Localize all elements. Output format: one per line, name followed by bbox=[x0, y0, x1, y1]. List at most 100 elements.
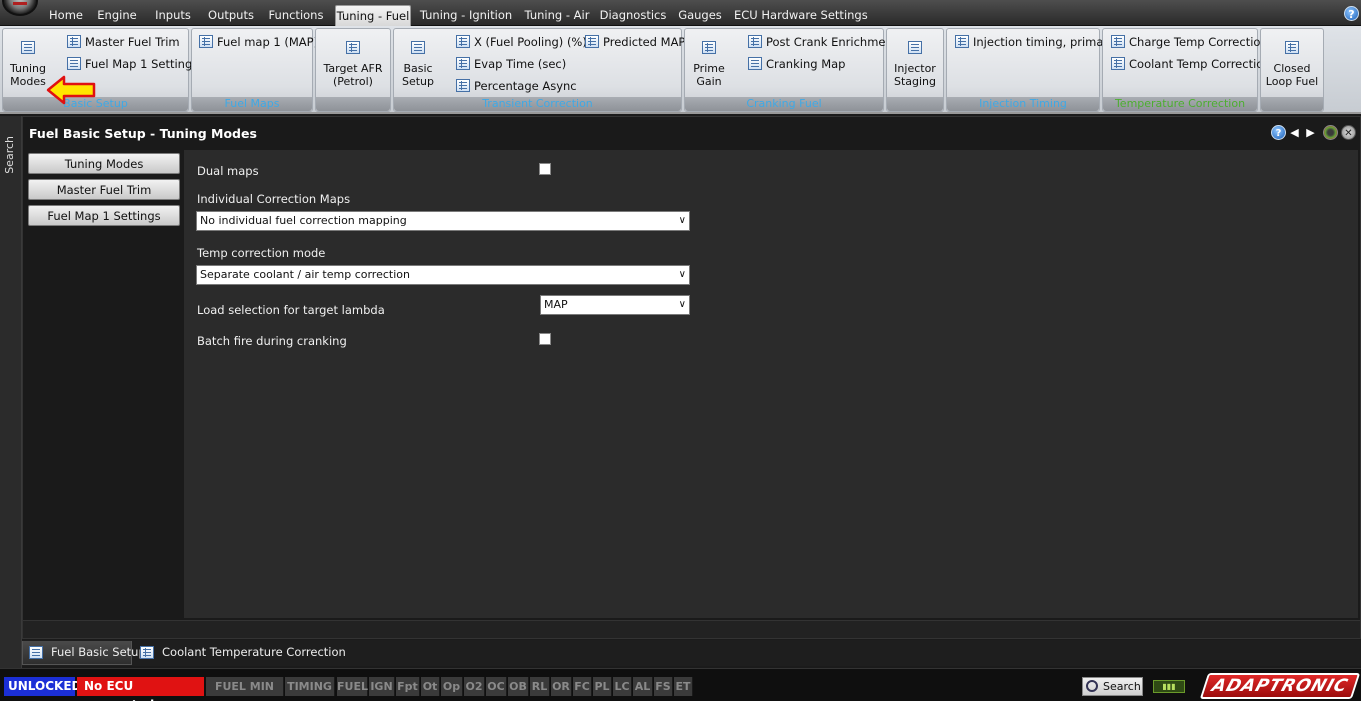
map-grid-icon bbox=[702, 41, 716, 54]
map-grid-icon bbox=[456, 35, 470, 48]
coolant-temp-correction-button[interactable]: Coolant Temp Correction bbox=[1111, 55, 1271, 75]
status-flag: PL bbox=[593, 677, 612, 696]
search-icon bbox=[1086, 680, 1098, 692]
temp-correction-mode-value: Separate coolant / air temp correction bbox=[200, 268, 410, 281]
status-flag: Ot bbox=[421, 677, 440, 696]
status-flag: OB bbox=[508, 677, 529, 696]
batch-fire-label: Batch fire during cranking bbox=[197, 334, 347, 348]
closed-loop-label-1: Closed bbox=[1273, 62, 1311, 75]
basic-setup-label-2: Setup bbox=[401, 75, 435, 88]
basic-setup-label-1: Basic bbox=[403, 62, 433, 75]
injection-timing-primary-button[interactable]: Injection timing, primary bbox=[955, 33, 1115, 53]
group-caption-cranking-fuel: Cranking Fuel bbox=[685, 97, 883, 111]
nav-tuning-modes[interactable]: Tuning Modes bbox=[28, 153, 180, 174]
close-icon[interactable]: ✕ bbox=[1341, 125, 1356, 140]
dual-maps-checkbox[interactable] bbox=[539, 163, 551, 175]
ribbon-group-fuel-maps: Fuel map 1 (MAP) Fuel Maps bbox=[191, 28, 318, 112]
gauge-icon[interactable] bbox=[1323, 125, 1338, 140]
injector-staging-label-2: Staging bbox=[893, 75, 937, 88]
predicted-map-label: Predicted MAP bbox=[603, 35, 686, 49]
x-fuel-pooling-button[interactable]: X (Fuel Pooling) (%) bbox=[456, 33, 587, 53]
forward-arrow-icon[interactable]: ▶ bbox=[1303, 125, 1318, 140]
percentage-async-button[interactable]: Percentage Async bbox=[456, 77, 577, 97]
evap-time-button[interactable]: Evap Time (sec) bbox=[456, 55, 566, 75]
batch-fire-checkbox[interactable] bbox=[539, 333, 551, 345]
tab-functions[interactable]: Functions bbox=[266, 5, 326, 26]
temp-correction-mode-select[interactable]: Separate coolant / air temp correction ∨ bbox=[196, 265, 690, 285]
table-icon bbox=[29, 646, 43, 659]
map-grid-icon bbox=[346, 41, 360, 54]
ecu-connection-badge[interactable]: No ECU connected bbox=[77, 677, 204, 701]
nav-fuel-map-1-settings[interactable]: Fuel Map 1 Settings bbox=[28, 205, 180, 226]
horizontal-scrollbar[interactable] bbox=[23, 620, 1360, 638]
individual-correction-select[interactable]: No individual fuel correction mapping ∨ bbox=[196, 211, 690, 231]
app-logo[interactable] bbox=[2, 0, 38, 16]
help-icon[interactable]: ? bbox=[1271, 125, 1286, 140]
tab-inputs[interactable]: Inputs bbox=[150, 5, 196, 26]
cranking-map-button[interactable]: Cranking Map bbox=[748, 55, 845, 75]
load-selection-value: MAP bbox=[544, 298, 568, 311]
status-flag: RL bbox=[530, 677, 550, 696]
back-arrow-icon[interactable]: ◀ bbox=[1287, 125, 1302, 140]
status-flag: Op bbox=[441, 677, 463, 696]
status-flag: FC bbox=[573, 677, 592, 696]
prime-gain-label-2: Gain bbox=[696, 75, 722, 88]
help-icon[interactable]: ? bbox=[1344, 6, 1359, 21]
injector-staging-label-1: Injector bbox=[894, 62, 936, 75]
master-fuel-trim-button[interactable]: Master Fuel Trim bbox=[67, 33, 180, 53]
tab-outputs[interactable]: Outputs bbox=[204, 5, 258, 26]
ribbon-group-target-afr: Target AFR (Petrol) bbox=[315, 28, 391, 112]
tab-home[interactable]: Home bbox=[46, 5, 86, 26]
tab-ecu-hardware-settings[interactable]: ECU Hardware Settings bbox=[734, 5, 868, 26]
ribbon-group-transient-correction: Basic Setup X (Fuel Pooling) (%) Evap Ti… bbox=[393, 28, 685, 112]
fuel-map-1-button[interactable]: Fuel map 1 (MAP) bbox=[199, 33, 318, 53]
tab-gauges[interactable]: Gauges bbox=[676, 5, 724, 26]
lock-status-badge[interactable]: UNLOCKED bbox=[4, 677, 81, 696]
status-bar: UNLOCKED No ECU connected FUEL MIN PW TI… bbox=[0, 668, 1361, 701]
closed-loop-label-2: Loop Fuel bbox=[1265, 75, 1319, 88]
chevron-down-icon: ∨ bbox=[678, 269, 686, 280]
coolant-temp-correction-label: Coolant Temp Correction bbox=[1129, 57, 1271, 71]
fuel-map-1-settings-button[interactable]: Fuel Map 1 Settings bbox=[67, 55, 198, 75]
individual-correction-label: Individual Correction Maps bbox=[197, 192, 351, 206]
tab-tuning-air[interactable]: Tuning - Air bbox=[522, 5, 592, 26]
cranking-map-label: Cranking Map bbox=[766, 57, 846, 71]
search-sidebar[interactable]: Search bbox=[0, 116, 22, 668]
closed-loop-fuel-button[interactable]: Closed Loop Fuel bbox=[1263, 31, 1321, 95]
prime-gain-button[interactable]: Prime Gain bbox=[689, 31, 729, 95]
charge-temp-correction-button[interactable]: Charge Temp Correction bbox=[1111, 33, 1268, 53]
map-grid-icon bbox=[585, 35, 599, 48]
settings-list-icon bbox=[67, 57, 81, 70]
load-selection-label: Load selection for target lambda bbox=[197, 303, 385, 317]
tab-tuning-fuel[interactable]: Tuning - Fuel bbox=[335, 5, 411, 26]
status-flag: ET bbox=[674, 677, 693, 696]
table-icon bbox=[908, 41, 922, 54]
ribbon-group-cranking-fuel: Prime Gain Post Crank Enrichment Crankin… bbox=[684, 28, 897, 112]
transient-basic-setup-button[interactable]: Basic Setup bbox=[398, 31, 438, 95]
ribbon: Tuning Modes Master Fuel Trim Fuel Map 1… bbox=[0, 26, 1361, 114]
search-button[interactable]: Search bbox=[1082, 677, 1143, 696]
group-caption-closed-loop bbox=[1261, 97, 1323, 111]
post-crank-enrichment-button[interactable]: Post Crank Enrichment bbox=[748, 33, 897, 53]
tuning-modes-button[interactable]: Tuning Modes bbox=[5, 31, 51, 95]
group-caption-transient-correction: Transient Correction bbox=[394, 97, 681, 111]
search-sidebar-label: Search bbox=[3, 136, 16, 174]
doc-tab-coolant-temperature-correction[interactable]: Coolant Temperature Correction bbox=[134, 641, 346, 665]
group-caption-fuel-maps: Fuel Maps bbox=[192, 97, 312, 111]
tuning-modes-label-2: Modes bbox=[10, 75, 46, 88]
status-flag: LC bbox=[613, 677, 632, 696]
app-window: Home Engine Inputs Outputs Functions Tun… bbox=[0, 0, 1361, 701]
injector-staging-button[interactable]: Injector Staging bbox=[889, 31, 941, 95]
tab-engine[interactable]: Engine bbox=[94, 5, 140, 26]
dual-maps-label: Dual maps bbox=[197, 164, 259, 178]
nav-master-fuel-trim[interactable]: Master Fuel Trim bbox=[28, 179, 180, 200]
doc-tab-fuel-basic-setup[interactable]: Fuel Basic Setup bbox=[22, 641, 146, 665]
predicted-map-button[interactable]: Predicted MAP bbox=[585, 33, 685, 53]
tab-diagnostics[interactable]: Diagnostics bbox=[599, 5, 667, 26]
target-afr-button[interactable]: Target AFR (Petrol) bbox=[318, 31, 388, 95]
target-afr-label-2: (Petrol) bbox=[333, 75, 373, 88]
tab-tuning-ignition[interactable]: Tuning - Ignition bbox=[419, 5, 513, 26]
tuning-modes-label-1: Tuning bbox=[9, 62, 46, 75]
load-selection-select[interactable]: MAP ∨ bbox=[540, 295, 690, 315]
group-caption-target-afr bbox=[316, 97, 390, 111]
